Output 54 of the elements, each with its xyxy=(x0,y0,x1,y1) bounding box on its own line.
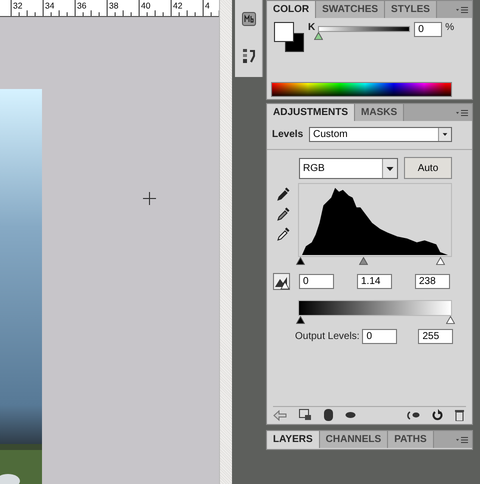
channel-label: K xyxy=(308,22,316,33)
color-spectrum[interactable] xyxy=(271,82,452,97)
preset-label: Levels xyxy=(272,129,304,140)
panel-tab[interactable]: PATHS xyxy=(388,431,434,448)
panel-tab[interactable]: MASKS xyxy=(355,104,404,121)
eye-icon[interactable] xyxy=(345,411,356,419)
slider-thumb[interactable] xyxy=(314,32,324,40)
auto-button[interactable]: Auto xyxy=(404,157,452,179)
eyedropper-icon[interactable] xyxy=(277,227,290,241)
output-level-thumb[interactable] xyxy=(296,316,305,324)
input-shadows-field[interactable]: 0 xyxy=(299,274,334,289)
clip-layer-icon[interactable] xyxy=(324,409,333,421)
panel-tab[interactable]: COLOR xyxy=(267,1,316,18)
history-icon[interactable] xyxy=(242,48,256,64)
panel-tab[interactable]: SWATCHES xyxy=(316,1,386,18)
output-high-field[interactable]: 255 xyxy=(418,329,454,344)
back-arrow-icon[interactable] xyxy=(273,410,287,420)
panel-tab[interactable]: LAYERS xyxy=(267,431,320,448)
previous-state-icon[interactable] xyxy=(407,410,420,420)
k-value-field[interactable]: 0 xyxy=(414,22,442,37)
ruler-label: 32 xyxy=(13,0,22,10)
reset-icon[interactable] xyxy=(432,409,443,421)
panel-menu-icon[interactable] xyxy=(456,6,468,14)
ruler-label: 40 xyxy=(141,0,150,10)
clipping-warning-icon[interactable] xyxy=(273,273,290,290)
mini-bridge-icon[interactable] xyxy=(242,12,256,26)
ruler-label: 38 xyxy=(109,0,118,10)
panel-menu-icon[interactable] xyxy=(456,108,468,116)
ruler-label: 36 xyxy=(77,0,86,10)
input-highlights-field[interactable]: 238 xyxy=(415,274,450,289)
panel-tab[interactable]: ADJUSTMENTS xyxy=(267,104,356,121)
panel-tab[interactable]: CHANNELS xyxy=(320,431,388,448)
channel-dropdown[interactable]: RGB xyxy=(299,158,398,178)
expand-view-icon[interactable] xyxy=(299,409,312,421)
eyedropper-icon[interactable] xyxy=(277,187,290,201)
trash-icon[interactable] xyxy=(455,409,464,421)
ruler-label: 4 xyxy=(205,0,210,10)
eyedropper-icon[interactable] xyxy=(277,207,290,221)
caret-icon[interactable] xyxy=(438,128,452,141)
preset-dropdown[interactable]: Custom xyxy=(309,127,452,142)
output-level-thumb[interactable] xyxy=(446,316,455,324)
percent-label: % xyxy=(445,22,454,33)
panel-tab[interactable]: STYLES xyxy=(385,1,437,18)
vertical-scrollbar[interactable] xyxy=(219,0,232,484)
panel-menu-icon[interactable] xyxy=(456,436,468,444)
foreground-color-swatch[interactable] xyxy=(274,22,294,42)
input-level-thumb[interactable] xyxy=(296,257,305,265)
ruler-label: 42 xyxy=(173,0,182,10)
output-levels-label: Output Levels: xyxy=(295,331,360,342)
output-low-field[interactable]: 0 xyxy=(362,329,398,344)
caret-icon[interactable] xyxy=(382,158,397,178)
crosshair-icon xyxy=(143,192,156,205)
input-gamma-field[interactable]: 1.14 xyxy=(357,274,392,289)
ruler-label: 34 xyxy=(45,0,54,10)
